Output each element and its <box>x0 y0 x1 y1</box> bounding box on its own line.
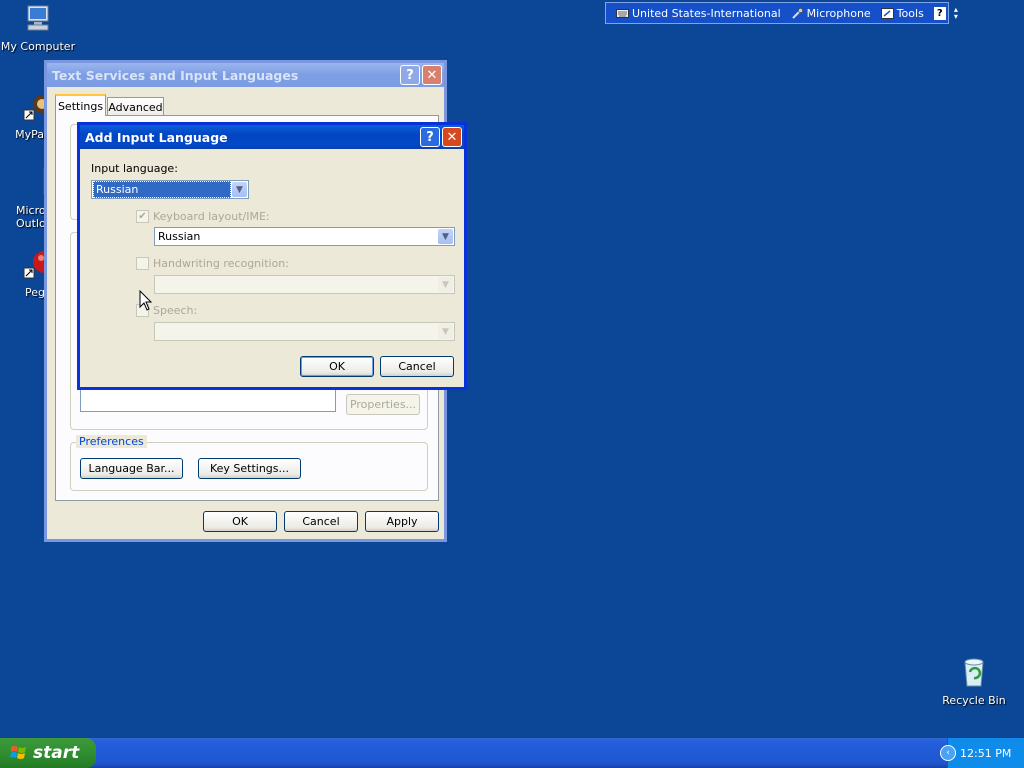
apply-button[interactable]: Apply <box>365 511 439 532</box>
close-button[interactable]: ✕ <box>442 127 462 147</box>
help-icon: ? <box>933 6 946 20</box>
desktop-icon-label: Recycle Bin <box>942 694 1006 707</box>
language-bar-button[interactable]: Language Bar... <box>80 458 183 479</box>
desktop-icon-recycle-bin[interactable]: Recycle Bin <box>936 656 1012 707</box>
langbar-tools-label: Tools <box>896 6 924 20</box>
language-bar[interactable]: United States-International Microphone T… <box>605 2 958 24</box>
start-button[interactable]: start <box>0 738 96 768</box>
system-tray: ‹ 12:51 PM <box>940 738 1024 768</box>
apply-button-label: Apply <box>386 515 418 528</box>
langbar-microphone-label: Microphone <box>806 6 871 20</box>
keyboard-icon <box>616 8 629 18</box>
langbar-options-icon[interactable]: ▴ ▾ <box>954 6 958 21</box>
keyboard-layout-dropdown[interactable]: Russian ▼ <box>154 227 455 246</box>
microphone-icon <box>791 7 803 19</box>
ok-button-label: OK <box>232 515 248 528</box>
chevron-down-icon[interactable]: ▼ <box>438 324 453 339</box>
speech-label: Speech: <box>153 304 198 317</box>
dialog-titlebar[interactable]: Add Input Language ? ✕ <box>80 125 464 149</box>
dialog-cancel-button[interactable]: Cancel <box>380 356 454 377</box>
language-bar-button-label: Language Bar... <box>88 462 175 475</box>
input-language-value: Russian <box>93 181 231 198</box>
cancel-button[interactable]: Cancel <box>284 511 358 532</box>
clock[interactable]: 12:51 PM <box>960 747 1011 760</box>
text-services-titlebar[interactable]: Text Services and Input Languages ? ✕ <box>47 63 444 87</box>
chevron-left-icon[interactable]: ‹ <box>940 745 956 761</box>
input-language-dropdown[interactable]: Russian ▼ <box>91 180 249 199</box>
chevron-down-icon[interactable]: ▼ <box>438 277 453 292</box>
tab-advanced-label: Advanced <box>108 100 163 114</box>
desktop-icon-label: My Computer <box>0 40 76 53</box>
taskbar: start ‹ 12:51 PM <box>0 738 1024 768</box>
computer-icon <box>27 5 49 31</box>
key-settings-button[interactable]: Key Settings... <box>198 458 301 479</box>
keyboard-layout-checkbox[interactable]: ✔ <box>136 210 149 223</box>
chevron-down-icon[interactable]: ▼ <box>232 182 247 197</box>
handwriting-label: Handwriting recognition: <box>153 257 289 270</box>
properties-button[interactable]: Properties... <box>346 394 420 415</box>
start-label: start <box>33 743 80 763</box>
help-icon: ? <box>406 67 414 83</box>
preferences-label: Preferences <box>76 435 147 448</box>
langbar-tools[interactable]: Tools <box>880 6 924 20</box>
desktop-icon-my-computer[interactable]: My Computer <box>0 2 76 53</box>
handwriting-dropdown[interactable]: ▼ <box>154 275 455 294</box>
langbar-language-label: United States-International <box>632 6 781 20</box>
tab-settings-label: Settings <box>57 99 104 113</box>
close-icon: ✕ <box>446 129 458 145</box>
tools-icon <box>880 7 894 19</box>
close-icon: ✕ <box>426 67 438 83</box>
dialog-title: Add Input Language <box>85 129 228 145</box>
mouse-cursor-icon <box>139 290 153 311</box>
langbar-microphone[interactable]: Microphone <box>791 7 871 20</box>
tab-advanced[interactable]: Advanced <box>107 97 164 116</box>
keyboard-layout-label: Keyboard layout/IME: <box>153 210 270 223</box>
help-icon: ? <box>426 129 434 145</box>
cancel-button-label: Cancel <box>302 515 340 528</box>
tab-settings[interactable]: Settings <box>55 94 106 116</box>
key-settings-button-label: Key Settings... <box>209 462 290 475</box>
window-title: Text Services and Input Languages <box>52 67 299 83</box>
ok-button[interactable]: OK <box>203 511 277 532</box>
langbar-language[interactable]: United States-International <box>616 7 781 20</box>
recycle-bin-icon <box>964 658 984 687</box>
add-input-language-dialog: Add Input Language ? ✕ Input language: R… <box>77 122 467 390</box>
langbar-help[interactable]: ? <box>933 6 946 20</box>
handwriting-checkbox[interactable] <box>136 257 149 270</box>
dialog-ok-button-label: OK <box>329 360 345 373</box>
dialog-cancel-button-label: Cancel <box>398 360 436 373</box>
keyboard-layout-value: Russian <box>158 230 201 243</box>
chevron-down-icon[interactable]: ▼ <box>438 229 453 244</box>
dialog-ok-button[interactable]: OK <box>300 356 374 377</box>
windows-logo-icon <box>10 746 26 759</box>
speech-dropdown[interactable]: ▼ <box>154 322 455 341</box>
close-button[interactable]: ✕ <box>422 65 442 85</box>
help-button[interactable]: ? <box>420 127 440 147</box>
input-language-label: Input language: <box>91 162 178 175</box>
help-button[interactable]: ? <box>400 65 420 85</box>
properties-button-label: Properties... <box>349 398 417 411</box>
